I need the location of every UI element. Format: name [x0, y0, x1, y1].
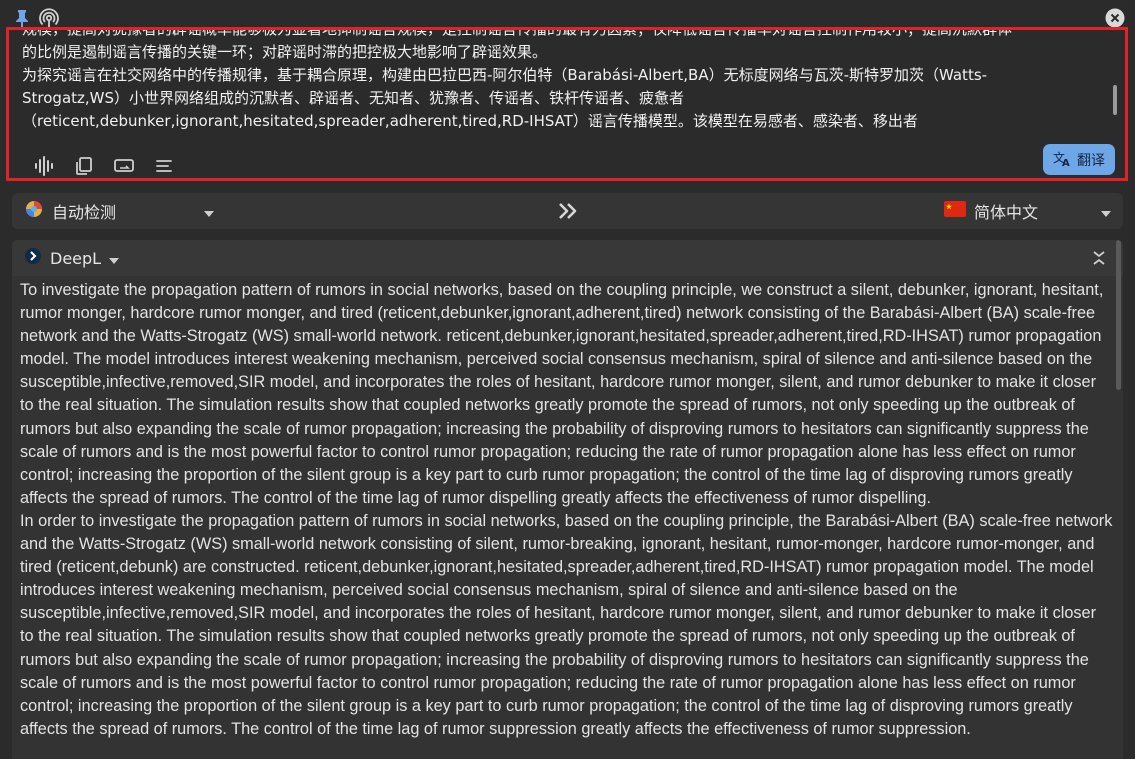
chevron-down-icon — [109, 249, 120, 268]
result-header: DeepL — [12, 240, 1123, 276]
svg-text:A: A — [1062, 158, 1070, 167]
deepl-logo-icon — [24, 247, 42, 269]
copy-icon[interactable] — [71, 153, 97, 179]
translate-icon: 文 A — [1053, 149, 1071, 171]
translation-text[interactable]: To investigate the propagation pattern o… — [20, 279, 1113, 741]
result-scrollbar[interactable] — [1116, 240, 1121, 390]
auto-detect-icon — [24, 199, 44, 223]
source-scrollbar[interactable] — [1113, 85, 1117, 115]
source-line: Strogatz,WS）小世界网络组成的沉默者、辟谣者、无知者、犹豫者、传谣者、… — [22, 89, 685, 107]
format-text-icon[interactable] — [151, 153, 177, 179]
translate-button[interactable]: 文 A 翻译 — [1043, 144, 1115, 175]
engine-label: DeepL — [50, 248, 102, 268]
target-language-select[interactable]: 简体中文 — [943, 193, 1111, 229]
double-chevron-right-icon[interactable] — [556, 201, 580, 221]
collapse-icon[interactable] — [1091, 248, 1107, 268]
source-text[interactable]: 规模，提高对犹豫者的辟谣概率能够极为显著地抑制谣言规模，是控制谣言传播的最有力因… — [22, 30, 1102, 148]
source-toolbar — [31, 152, 177, 180]
chevron-down-icon — [1101, 202, 1111, 221]
source-line: 为探究谣言在社交网络中的传播规律，基于耦合原理，构建由巴拉巴西-阿尔伯特（Bar… — [22, 66, 988, 84]
language-bar: 自动检测 简体中文 — [12, 193, 1123, 229]
result-paragraph: In order to investigate the propagation … — [20, 511, 1113, 738]
source-line: 规模，提高对犹豫者的辟谣概率能够极为显著地抑制谣言规模，是控制谣言传播的最有力因… — [22, 30, 1102, 41]
china-flag-icon — [943, 201, 966, 221]
pin-icon[interactable] — [12, 8, 32, 28]
translate-label: 翻译 — [1077, 152, 1105, 169]
chevron-down-icon — [204, 202, 215, 221]
broadcast-icon[interactable] — [38, 8, 59, 28]
speak-icon[interactable] — [31, 153, 57, 179]
swap-lines-icon[interactable] — [111, 153, 137, 179]
result-paragraph: To investigate the propagation pattern o… — [20, 281, 1104, 507]
close-icon[interactable] — [1105, 8, 1125, 28]
translation-result-panel: DeepL To investigate the propagation pat… — [12, 240, 1123, 759]
source-line: 的比例是遏制谣言传播的关键一环；对辟谣时滞的把控极大地影响了辟谣效果。 — [22, 43, 548, 61]
engine-select[interactable]: DeepL — [24, 240, 120, 276]
target-language-label: 简体中文 — [973, 203, 1038, 222]
source-language-select[interactable]: 自动检测 — [24, 193, 215, 229]
source-language-label: 自动检测 — [52, 203, 117, 222]
source-text-area[interactable]: 规模，提高对犹豫者的辟谣概率能够极为显著地抑制谣言规模，是控制谣言传播的最有力因… — [6, 27, 1128, 181]
source-line: （reticent,debunker,ignorant,hesitated,sp… — [22, 112, 918, 130]
